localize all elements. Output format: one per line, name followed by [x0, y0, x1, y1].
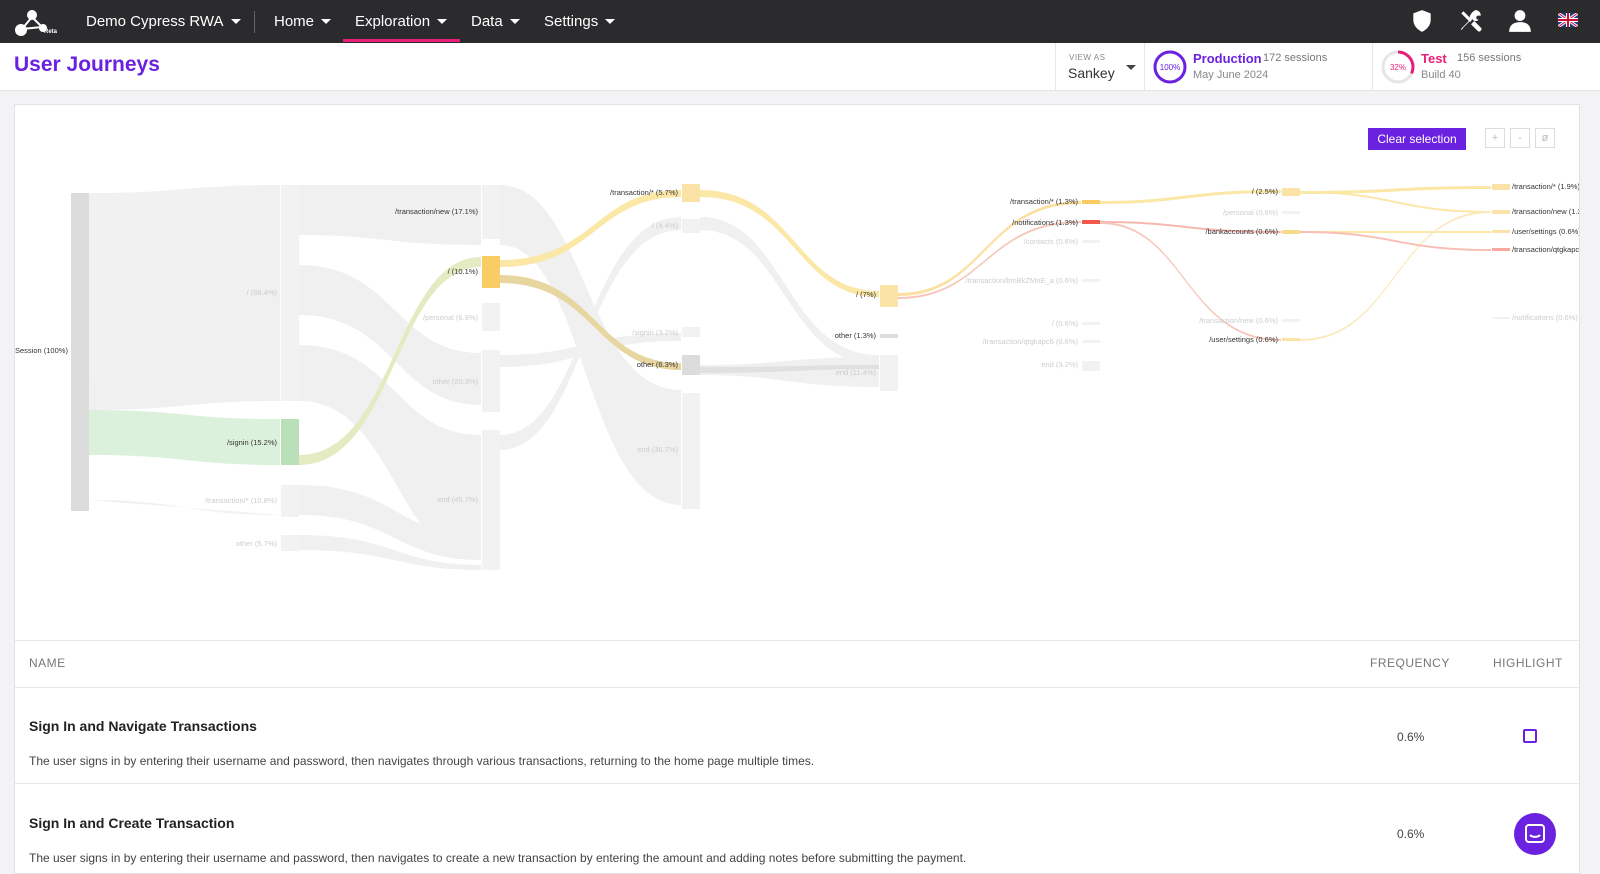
uk-flag-icon[interactable] [1558, 13, 1578, 27]
chevron-down-icon [321, 19, 332, 24]
nav-item-home[interactable]: Home [274, 0, 332, 43]
chat-launcher-button[interactable] [1514, 813, 1556, 855]
nav-item-label: Data [471, 13, 503, 30]
sankey-label: / (7%) [856, 290, 877, 299]
sankey-label: /transaction/* (10.8%) [205, 496, 278, 505]
sankey-label: /user/settings (0.6%) [1209, 335, 1278, 344]
sankey-label: / (0.6%) [1052, 319, 1079, 328]
top-nav: Reta Demo Cypress RWA Home Exploration D… [0, 0, 1600, 43]
view-as-value: Sankey [1068, 65, 1115, 81]
reset-zoom-button[interactable]: ø [1535, 128, 1555, 148]
sankey-label: end (36.7%) [637, 445, 678, 454]
project-dropdown[interactable]: Demo Cypress RWA [86, 0, 241, 43]
environment-period: May June 2024 [1193, 69, 1269, 81]
sankey-label: /transaction/new (17.1%) [395, 207, 478, 216]
ring-label: 100% [1160, 63, 1180, 72]
sankey-label: / (4.4%) [652, 221, 679, 230]
sankey-label: /transaction/* (1.9%) [1512, 182, 1579, 191]
nav-item-label: Exploration [355, 13, 431, 30]
chevron-down-icon [230, 19, 241, 24]
sankey-label: /notifications (0.6%) [1512, 313, 1578, 322]
zoom-out-button[interactable]: - [1510, 128, 1530, 148]
sankey-label: end (11.4%) [836, 368, 877, 377]
journey-title: Sign In and Create Transaction [29, 815, 235, 831]
page-header: User Journeys VIEW AS Sankey 100% Produc… [0, 43, 1600, 91]
coverage-ring-test: 32% [1381, 50, 1415, 84]
chevron-down-icon [437, 19, 448, 24]
column-header-highlight: HIGHLIGHT [1493, 656, 1563, 670]
sankey-label: /personal (6.9%) [423, 313, 479, 322]
nav-item-exploration[interactable]: Exploration [355, 0, 448, 43]
column-header-name[interactable]: NAME [29, 656, 66, 670]
sankey-label: /signin (15.2%) [227, 438, 278, 447]
ring-label: 32% [1390, 63, 1406, 72]
sankey-label: end (3.2%) [1041, 360, 1078, 369]
chevron-down-icon [1126, 65, 1136, 70]
sankey-label: other (20.3%) [433, 377, 479, 386]
journey-title: Sign In and Navigate Transactions [29, 718, 257, 734]
zoom-in-button[interactable]: + [1485, 128, 1505, 148]
environment-production[interactable]: 100% Production 172 sessions May June 20… [1145, 43, 1373, 91]
sankey-label: /contacts (0.6%) [1024, 237, 1079, 246]
sankey-diagram[interactable]: Session (100%) / (68.4%) /signin (15.2%)… [15, 105, 1579, 640]
journeys-table-header: NAME FREQUENCY HIGHLIGHT [15, 640, 1579, 688]
environment-name: Production [1193, 51, 1262, 66]
sankey-label: /transaction/* (5.7%) [610, 188, 678, 197]
journey-frequency: 0.6% [1397, 827, 1425, 841]
sankey-label: /signin (3.2%) [632, 328, 678, 337]
active-nav-indicator [343, 39, 460, 42]
tools-icon[interactable] [1458, 8, 1484, 34]
sankey-label: /personal (0.6%) [1223, 208, 1279, 217]
sankey-label: /transaction/bmBkZMnE_a (0.6%) [965, 276, 1078, 285]
clear-selection-button[interactable]: Clear selection [1368, 128, 1466, 150]
sankey-label: other (5.7%) [236, 539, 278, 548]
sankey-label: /bankaccounts (0.6%) [1205, 227, 1278, 236]
sankey-label: end (45.7%) [437, 495, 478, 504]
environment-test[interactable]: 32% Test 156 sessions Build 40 [1373, 43, 1600, 91]
nav-item-label: Home [274, 13, 315, 30]
chevron-down-icon [605, 19, 616, 24]
nav-item-settings[interactable]: Settings [544, 0, 616, 43]
view-as-dropdown[interactable]: VIEW AS Sankey [1055, 43, 1145, 91]
chat-icon [1525, 824, 1545, 843]
logo-text: Reta [44, 29, 58, 35]
environment-sessions: 172 sessions [1263, 52, 1328, 64]
sankey-label: / (10.1%) [448, 267, 479, 276]
nav-item-label: Settings [544, 13, 599, 30]
page-title: User Journeys [14, 53, 160, 76]
sankey-label: /transaction/* (1.3%) [1010, 197, 1078, 206]
environment-build: Build 40 [1421, 69, 1461, 81]
sankey-label: /transaction/new (1.3 [1512, 207, 1579, 216]
view-as-label: VIEW AS [1069, 53, 1106, 62]
sankey-label: Session (100%) [15, 346, 68, 355]
column-header-frequency[interactable]: FREQUENCY [1370, 656, 1450, 670]
user-icon[interactable] [1507, 8, 1533, 34]
environment-name: Test [1421, 51, 1447, 66]
journeys-panel: Session (100%) / (68.4%) /signin (15.2%)… [14, 104, 1580, 874]
journey-frequency: 0.6% [1397, 730, 1425, 744]
sankey-label: /notifications (1.3%) [1012, 218, 1078, 227]
sankey-label: /transaction/qtgkapc6 (0.6%) [983, 337, 1079, 346]
sankey-label: other (6.3%) [637, 360, 679, 369]
table-row[interactable]: Sign In and Create Transaction The user … [15, 785, 1579, 874]
table-row[interactable]: Sign In and Navigate Transactions The us… [15, 688, 1579, 784]
highlight-checkbox[interactable] [1523, 729, 1537, 743]
nav-item-data[interactable]: Data [471, 0, 520, 43]
sankey-label: other (1.3%) [835, 331, 877, 340]
environment-sessions: 156 sessions [1457, 52, 1522, 64]
project-label: Demo Cypress RWA [86, 13, 224, 30]
journey-description: The user signs in by entering their user… [29, 851, 967, 865]
shield-icon[interactable] [1409, 8, 1435, 34]
sankey-label: /user/settings (0.6%) [1512, 227, 1579, 236]
nav-divider [254, 11, 255, 33]
sankey-label: /transaction/new (0.6%) [1199, 316, 1278, 325]
chevron-down-icon [509, 19, 520, 24]
sankey-label: / (2.5%) [1252, 187, 1279, 196]
journey-description: The user signs in by entering their user… [29, 754, 815, 768]
sankey-label: / (68.4%) [247, 288, 278, 297]
sankey-label: /transaction/qtgkapc [1512, 245, 1579, 254]
coverage-ring-production: 100% [1153, 50, 1187, 84]
